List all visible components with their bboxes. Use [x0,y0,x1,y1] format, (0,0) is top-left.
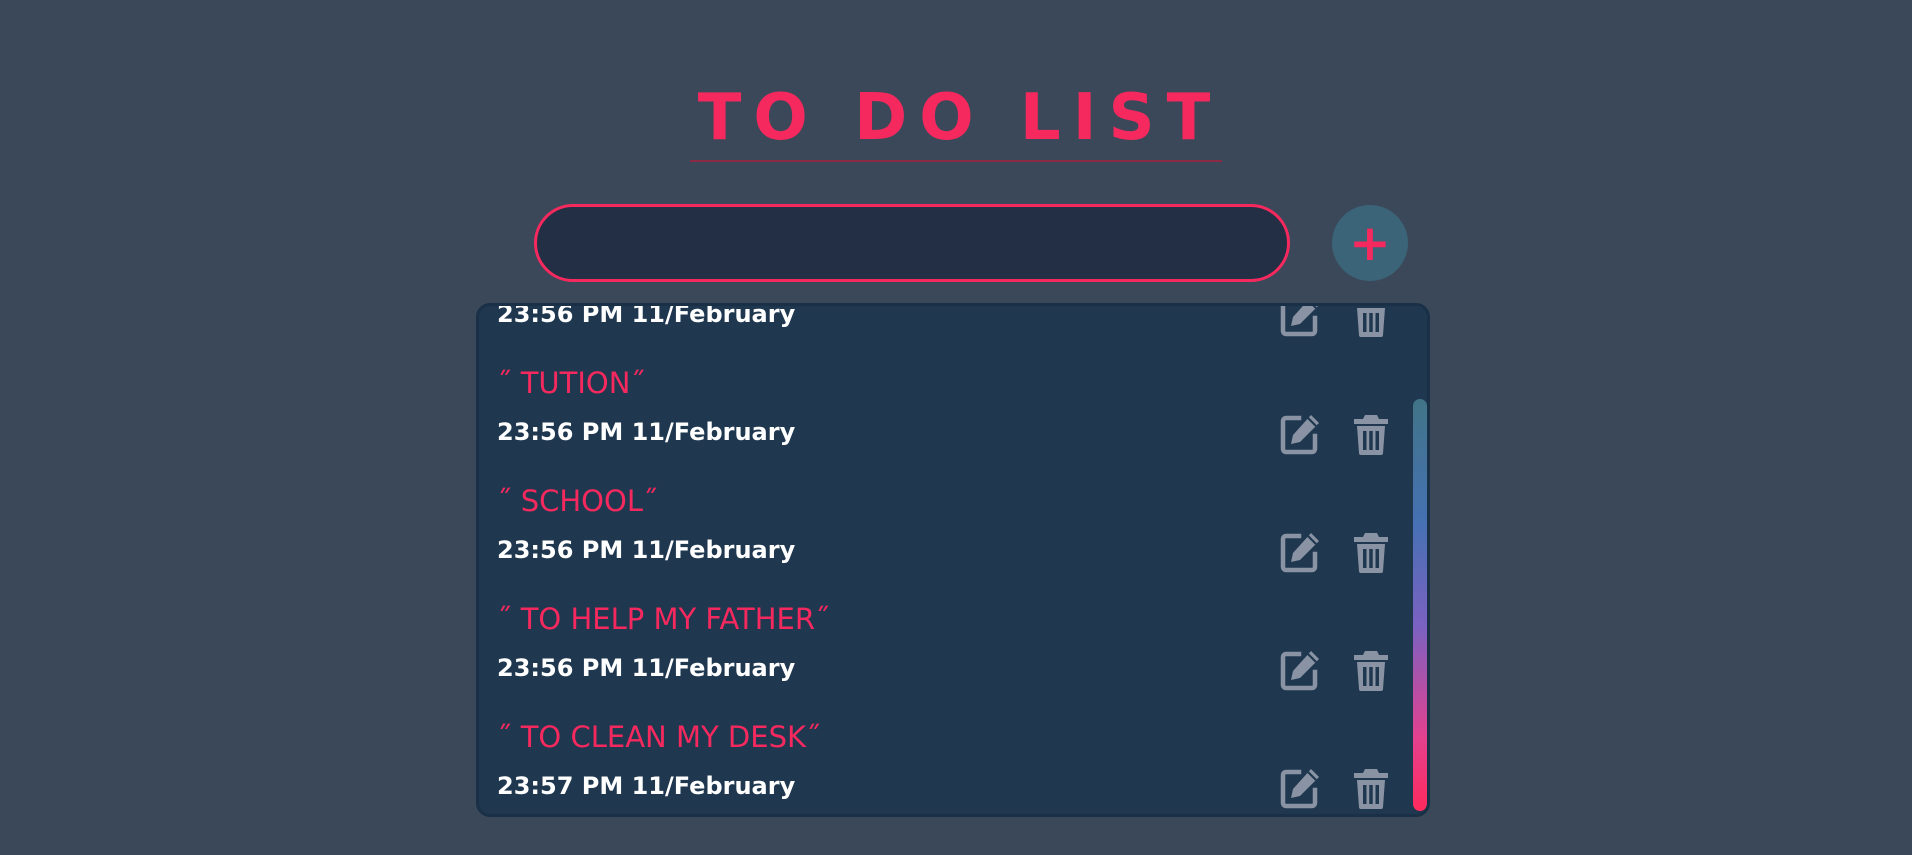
task-name: ˝ TO HELP MY FATHER˝ [497,602,830,636]
task-input[interactable] [534,204,1290,282]
task-list-content: ˝ TO GO TO GYM˝ 23:56 PM 11/February ˝ T… [479,306,1405,809]
task-item: ˝ TO CLEAN MY DESK˝ 23:57 PM 11/February [479,660,1405,809]
header: TO DO LIST [0,80,1912,162]
edit-icon[interactable] [1278,766,1322,810]
list-scrollbar-thumb[interactable] [1413,399,1427,811]
task-name: ˝ SCHOOL˝ [497,484,658,518]
task-name: ˝ TO CLEAN MY DESK˝ [497,720,821,754]
task-list[interactable]: ˝ TO GO TO GYM˝ 23:56 PM 11/February ˝ T… [476,303,1430,817]
trash-icon[interactable] [1349,766,1393,810]
task-name: ˝ TUTION˝ [497,366,645,400]
page-title: TO DO LIST [689,80,1223,162]
task-timestamp: 23:57 PM 11/February [497,772,796,800]
add-task-button[interactable]: + [1332,205,1408,281]
task-item: ˝ SCHOOL˝ 23:56 PM 11/February [479,424,1405,573]
task-input-row: + [534,204,1408,282]
task-item: ˝ TO HELP MY FATHER˝ 23:56 PM 11/Februar… [479,542,1405,691]
task-item: ˝ TUTION˝ 23:56 PM 11/February [479,306,1405,455]
